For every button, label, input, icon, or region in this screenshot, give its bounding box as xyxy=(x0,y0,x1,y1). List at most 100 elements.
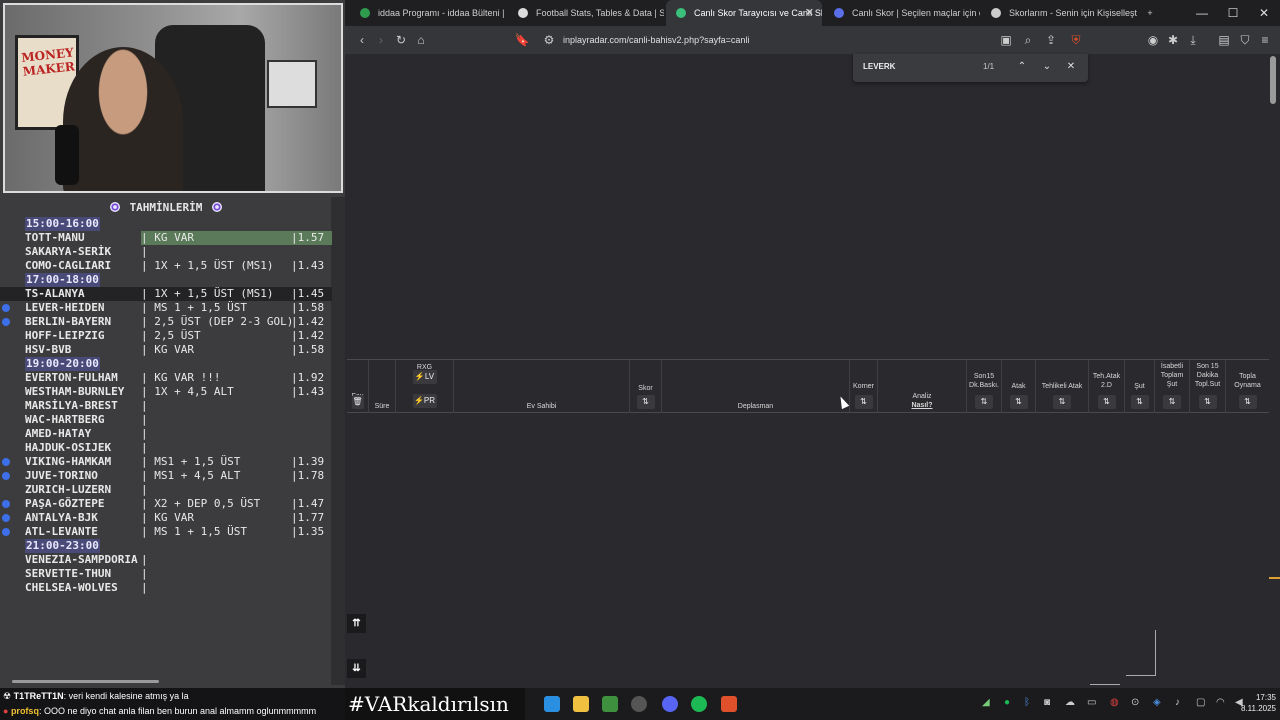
scroll-top-button[interactable]: ⇈ xyxy=(347,614,366,633)
browser-tab[interactable]: Skorlarım - Senin için Kişiselleştirilm xyxy=(981,0,1137,26)
skor-sort-button[interactable]: ⇅ xyxy=(636,395,655,409)
pick: | MS 1 + 1,5 ÜST xyxy=(141,525,247,538)
stream-chat: ☢ T1TReTT1N: veri kendi kalesine atmış y… xyxy=(0,688,345,720)
reload-icon[interactable]: ↻ xyxy=(391,26,411,54)
maximize-icon[interactable]: ☐ xyxy=(1218,0,1248,26)
close-tab-icon[interactable]: ✕ xyxy=(805,0,814,26)
system-clock[interactable]: 17:35 8.11.2025 xyxy=(1232,692,1276,714)
find-close-icon[interactable]: ✕ xyxy=(1062,54,1080,80)
atak-sort-button[interactable]: ⇅ xyxy=(1009,395,1028,409)
trash-icon[interactable]: 🗑 xyxy=(351,395,364,409)
pr-button[interactable]: ⚡PR xyxy=(412,394,437,408)
share-icon[interactable]: ⇪ xyxy=(1041,26,1061,54)
tray-settings-icon[interactable]: ⊙ xyxy=(1131,697,1139,708)
tray-app-icon[interactable]: ◢ xyxy=(982,697,990,708)
notepad-icon[interactable] xyxy=(602,696,618,712)
reader-mode-icon[interactable]: ▣ xyxy=(996,26,1016,54)
address-bar[interactable]: inplayradar.com/canli-bahisv2.php?sayfa=… xyxy=(563,31,749,49)
pick: | xyxy=(141,553,148,566)
wifi-icon[interactable]: ◠ xyxy=(1216,697,1225,708)
home-icon[interactable]: ⌂ xyxy=(411,26,431,54)
match-name: 17:00-18:00 xyxy=(25,273,100,287)
brave-shield-icon[interactable]: ⛨ xyxy=(1066,26,1086,54)
menu-icon[interactable]: ≡ xyxy=(1255,26,1275,54)
prediction-row: WAC-HARTBERG | xyxy=(0,413,332,427)
korner-sort-button[interactable]: ⇅ xyxy=(854,395,873,409)
site-info-icon[interactable]: ⚙ xyxy=(539,26,559,54)
bookmark-icon[interactable]: 🔖 xyxy=(512,26,532,54)
find-input[interactable]: LEVERK xyxy=(863,54,895,80)
bluetooth-icon[interactable]: ᛒ xyxy=(1024,697,1030,708)
find-previous-icon[interactable]: ⌃ xyxy=(1013,54,1031,80)
sut-sort-button[interactable]: ⇅ xyxy=(1130,395,1149,409)
minimize-icon[interactable]: — xyxy=(1187,0,1217,26)
vertical-scrollbar[interactable] xyxy=(1270,56,1276,104)
son15-dakika-sort-button[interactable]: ⇅ xyxy=(1198,395,1217,409)
horizontal-scrollbar[interactable] xyxy=(12,680,159,683)
isabetli-sort-button[interactable]: ⇅ xyxy=(1163,395,1181,409)
lv-button[interactable]: ⚡LV xyxy=(412,370,437,384)
browser-tab[interactable]: Canlı Skor Tarayıcısı ve Canlı Sk ✕ xyxy=(666,0,822,26)
display-icon[interactable]: ▢ xyxy=(1196,697,1205,708)
match-name: MARSİLYA-BREST xyxy=(25,399,118,412)
prediction-row: CHELSEA-WOLVES | xyxy=(0,581,332,595)
pick: | 1X + 1,5 ÜST (MS1) xyxy=(141,259,274,272)
bullet-icon xyxy=(2,458,10,466)
col-son15-dakika: Son 15 Dakika Topl.Sut ⇅ xyxy=(1190,360,1226,413)
pick: | MS1 + 4,5 ALT xyxy=(141,469,241,482)
topla-sort-button[interactable]: ⇅ xyxy=(1238,395,1257,409)
match-name: HSV-BVB xyxy=(25,343,72,356)
match-name: TS-ALANYA xyxy=(25,287,85,300)
col-ev-sahibi[interactable]: Ev Sahibi xyxy=(454,360,630,413)
tray-discord-icon[interactable]: ◙ xyxy=(1044,697,1050,708)
predictions-title: TAHMİNLERİM xyxy=(0,201,332,214)
col-sure[interactable]: Süre xyxy=(369,360,396,413)
wallet-icon[interactable]: ⛉ xyxy=(1235,26,1255,54)
scroll-bottom-button[interactable]: ⇊ xyxy=(347,659,366,678)
back-icon[interactable]: ‹ xyxy=(352,26,372,54)
browser-tab[interactable]: Canlı Skor | Seçilen maçlar için canl xyxy=(824,0,980,26)
discord-icon[interactable] xyxy=(662,696,678,712)
prediction-row: VENEZIA-SAMPDORIA | xyxy=(0,553,332,567)
vpn-icon[interactable]: ◉ xyxy=(1143,26,1163,54)
nasil-link[interactable]: Nasıl? xyxy=(878,401,966,410)
file-explorer-icon[interactable] xyxy=(573,696,589,712)
tray-network-status-icon[interactable]: ◈ xyxy=(1153,697,1161,708)
windows-start-icon[interactable] xyxy=(544,696,560,712)
prediction-row: ZURICH-LUZERN | xyxy=(0,483,332,497)
extensions-icon[interactable]: ✱ xyxy=(1163,26,1183,54)
tray-security-icon[interactable]: ◍ xyxy=(1110,697,1119,708)
close-window-icon[interactable]: ✕ xyxy=(1249,0,1279,26)
forward-icon[interactable]: › xyxy=(371,26,391,54)
col-deplasman[interactable]: Deplasman xyxy=(662,360,850,413)
tehlikeli-atak-sort-button[interactable]: ⇅ xyxy=(1053,395,1071,409)
son15-sort-button[interactable]: ⇅ xyxy=(975,395,993,409)
predictions-panel: TAHMİNLERİM 15:00-16:00 TOTT-MANU | KG VAR… xyxy=(0,197,345,685)
match-name: 19:00-20:00 xyxy=(25,357,100,371)
pick: | KG VAR !!! xyxy=(141,371,221,384)
new-tab-button[interactable]: + xyxy=(1140,0,1160,26)
col-teh-atak-2d: Teh.Atak 2.D ⇅ xyxy=(1089,360,1125,413)
match-name: VIKING-HAMKAM xyxy=(25,455,112,468)
microphone-tray-icon[interactable]: ♪ xyxy=(1175,697,1180,708)
spotify-icon[interactable] xyxy=(691,696,707,712)
brave-browser-icon[interactable] xyxy=(721,696,737,712)
browser-tab[interactable]: iddaa Programı - iddaa Bülteni | idd xyxy=(350,0,506,26)
prediction-row: ANTALYA-BJK | KG VAR |1.77 xyxy=(0,511,332,525)
tray-keyboard-icon[interactable]: ▭ xyxy=(1087,697,1096,708)
browser-tab[interactable]: Football Stats, Tables & Data | Socc xyxy=(508,0,664,26)
sidebar-icon[interactable]: ▤ xyxy=(1214,26,1234,54)
prediction-row: MARSİLYA-BREST | xyxy=(0,399,332,413)
zoom-icon[interactable]: ⌕ xyxy=(1018,26,1038,54)
tray-spotify-icon[interactable]: ● xyxy=(1004,697,1010,708)
time-slot-header: 21:00-23:00 xyxy=(0,539,332,553)
prediction-row: WESTHAM-BURNLEY | 1X + 4,5 ALT |1.43 xyxy=(0,385,332,399)
download-icon[interactable]: ⤓ xyxy=(1183,26,1203,54)
tray-drive-icon[interactable]: ☁ xyxy=(1065,697,1075,708)
obs-icon[interactable] xyxy=(631,696,647,712)
browser-toolbar: ‹ › ↻ ⌂ 🔖 ⚙ ▣ ⌕ ⇪ ⛨ ◉ ✱ ⤓ ▤ ⛉ ≡ xyxy=(345,26,1280,54)
pick: | 1X + 1,5 ÜST (MS1) xyxy=(141,287,274,300)
teh-atak-sort-button[interactable]: ⇅ xyxy=(1097,395,1116,409)
stream-overlay: MONEY MAKER TAHMİNLERİM 15:00-16:00 TOTT-… xyxy=(0,0,345,688)
find-next-icon[interactable]: ⌄ xyxy=(1038,54,1056,80)
